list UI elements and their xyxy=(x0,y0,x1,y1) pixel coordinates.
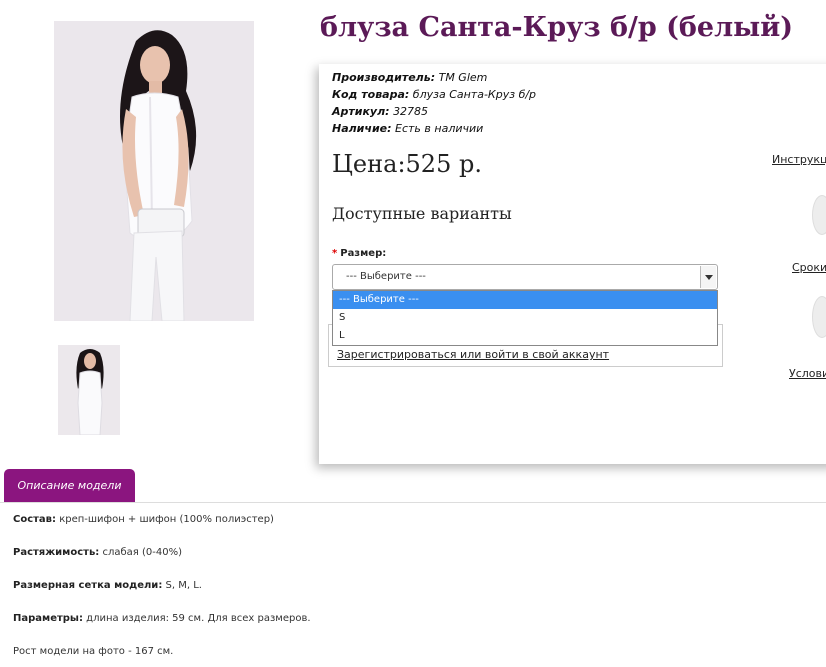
size-select-value: --- Выберите --- xyxy=(346,271,426,282)
size-option[interactable]: L xyxy=(333,327,717,345)
desc-params-value: длина изделия: 59 см. Для всех размеров. xyxy=(86,613,311,624)
manufacturer-value[interactable]: TM Glem xyxy=(439,71,488,84)
size-dropdown-list: --- Выберите --- S L xyxy=(332,290,718,346)
product-price: Цена:525 р. xyxy=(332,150,482,178)
desc-sizes-label: Размерная сетка модели: xyxy=(13,580,163,591)
desc-stretch-label: Растяжимость: xyxy=(13,547,100,558)
chevron-down-icon[interactable] xyxy=(700,266,716,288)
size-label: * Размер: xyxy=(332,248,386,259)
desc-stretch: Растяжимость: слабая (0-40%) xyxy=(13,547,311,580)
product-thumbnail[interactable] xyxy=(58,345,120,435)
conditions-link[interactable]: Услови xyxy=(789,367,826,380)
sku-label: Артикул: xyxy=(332,105,390,118)
sku-value: 32785 xyxy=(393,105,429,118)
terms-link[interactable]: Сроки xyxy=(792,261,826,274)
availability-value: Есть в наличии xyxy=(395,122,484,135)
tab-model-description[interactable]: Описание модели xyxy=(4,469,135,502)
desc-sizes: Размерная сетка модели: S, M, L. xyxy=(13,580,311,613)
product-title: блуза Санта-Круз б/р (белый) xyxy=(320,12,794,43)
login-link[interactable]: Зарегистрироваться или войти в свой акка… xyxy=(337,348,609,361)
size-option[interactable]: S xyxy=(333,309,717,327)
required-mark: * xyxy=(332,248,338,259)
gear-icon xyxy=(812,195,826,235)
manufacturer-label: Производитель: xyxy=(332,71,436,84)
tab-divider xyxy=(0,502,826,503)
product-meta: Производитель: TM Glem Код товара: блуза… xyxy=(332,69,536,137)
desc-stretch-value: слабая (0-40%) xyxy=(102,547,182,558)
desc-composition-label: Состав: xyxy=(13,514,57,525)
round-badge-icon xyxy=(812,296,826,338)
availability-label: Наличие: xyxy=(332,122,392,135)
desc-composition: Состав: креп-шифон + шифон (100% полиэст… xyxy=(13,514,311,547)
desc-sizes-value: S, M, L. xyxy=(165,580,202,591)
product-main-image[interactable] xyxy=(54,21,254,321)
product-code-label: Код товара: xyxy=(332,88,410,101)
desc-params-label: Параметры: xyxy=(13,613,83,624)
desc-composition-value: креп-шифон + шифон (100% полиэстер) xyxy=(59,514,274,525)
size-option[interactable]: --- Выберите --- xyxy=(333,291,717,309)
decorative-border xyxy=(0,659,826,667)
variants-heading: Доступные варианты xyxy=(332,204,512,223)
product-description: Состав: креп-шифон + шифон (100% полиэст… xyxy=(13,514,311,667)
desc-params: Параметры: длина изделия: 59 см. Для все… xyxy=(13,613,311,646)
product-info-panel: Производитель: TM Glem Код товара: блуза… xyxy=(319,64,826,464)
size-label-text: Размер: xyxy=(340,248,387,259)
instructions-link[interactable]: Инструкц xyxy=(772,153,826,166)
size-select[interactable]: --- Выберите --- xyxy=(332,264,718,290)
product-code-value: блуза Санта-Круз б/р xyxy=(412,88,537,101)
